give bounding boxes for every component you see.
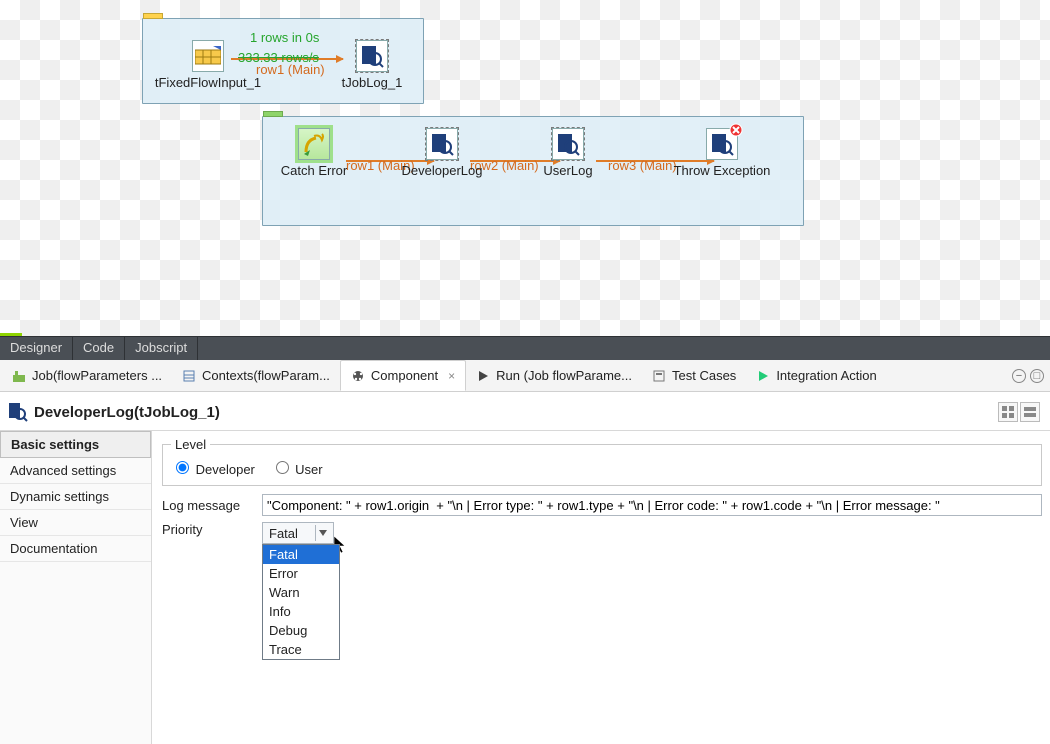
component-catcherror[interactable]: Catch Error (254, 128, 374, 178)
panel-sidebar: Basic settings Advanced settings Dynamic… (0, 431, 152, 744)
close-icon[interactable]: × (448, 369, 455, 383)
editor-tabbar: Designer Code Jobscript (0, 336, 1050, 360)
component-developerlog[interactable]: DeveloperLog (382, 128, 502, 178)
layout-rows-button[interactable] (1020, 402, 1040, 422)
component-userlog[interactable]: UserLog (508, 128, 628, 178)
tab-label: Integration Action (776, 368, 876, 383)
sidebar-item-dynamic[interactable]: Dynamic settings (0, 484, 151, 510)
component-fixedflowinput[interactable]: tFixedFlowInput_1 (148, 40, 268, 90)
radio-label: User (295, 462, 322, 477)
priority-select[interactable]: Fatal (262, 522, 334, 544)
component-form: Level Developer User Log message (152, 431, 1050, 744)
tab-jobscript[interactable]: Jobscript (125, 337, 198, 360)
joblog-icon (556, 132, 580, 156)
radio-developer[interactable]: Developer (171, 462, 259, 477)
priority-option[interactable]: Info (263, 602, 339, 621)
tab-label: Run (Job flowParame... (496, 368, 632, 383)
component-label: Throw Exception (662, 163, 782, 178)
grid-icon (195, 46, 221, 66)
level-fieldset: Level Developer User (162, 437, 1042, 486)
sidebar-item-advanced[interactable]: Advanced settings (0, 458, 151, 484)
priority-option[interactable]: Warn (263, 583, 339, 602)
tab-designer[interactable]: Designer (0, 337, 73, 360)
tab-label: Contexts(flowParam... (202, 368, 330, 383)
accent-strip (0, 333, 22, 336)
catch-icon (302, 132, 326, 156)
view-tab-run[interactable]: Run (Job flowParame... (466, 360, 642, 391)
log-message-label: Log message (162, 498, 252, 513)
component-label: DeveloperLog (382, 163, 502, 178)
component-label: tJobLog_1 (312, 75, 432, 90)
component-throwexception[interactable]: Throw Exception (662, 128, 782, 178)
component-label: Catch Error (254, 163, 374, 178)
chevron-down-icon (315, 525, 329, 541)
panel-title: DeveloperLog(tJobLog_1) (8, 402, 220, 422)
priority-label: Priority (162, 522, 252, 537)
view-tab-testcases[interactable]: Test Cases (642, 360, 746, 391)
view-tab-job[interactable]: Job(flowParameters ... (2, 360, 172, 391)
joblog-icon (8, 402, 28, 422)
error-badge-icon (729, 123, 743, 137)
tab-label: Job(flowParameters ... (32, 368, 162, 383)
designer-canvas[interactable]: 1 rows in 0s 333.33 rows/s row1 (Main) r… (0, 0, 1050, 336)
priority-option[interactable]: Error (263, 564, 339, 583)
testcases-icon (652, 369, 666, 383)
level-legend: Level (171, 437, 210, 452)
contexts-icon (182, 369, 196, 383)
layout-grid-button[interactable] (998, 402, 1018, 422)
joblog-icon (430, 132, 454, 156)
priority-option[interactable]: Fatal (263, 545, 339, 564)
tab-code[interactable]: Code (73, 337, 125, 360)
log-message-input[interactable] (262, 494, 1042, 516)
radio-developer-input[interactable] (176, 461, 189, 474)
view-tabbar: Job(flowParameters ... Contexts(flowPara… (0, 360, 1050, 392)
priority-option[interactable]: Trace (263, 640, 339, 659)
priority-option[interactable]: Debug (263, 621, 339, 640)
component-panel: DeveloperLog(tJobLog_1) Basic settings A… (0, 392, 1050, 744)
job-icon (12, 369, 26, 383)
tab-label: Component (371, 368, 438, 383)
integration-icon (756, 369, 770, 383)
minimize-button[interactable]: − (1012, 369, 1026, 383)
radio-user[interactable]: User (271, 462, 323, 477)
joblog-icon (360, 44, 384, 68)
panel-title-text: DeveloperLog(tJobLog_1) (34, 404, 220, 421)
radio-label: Developer (196, 462, 255, 477)
component-tjoblog[interactable]: tJobLog_1 (312, 40, 432, 90)
priority-selected: Fatal (269, 526, 298, 541)
view-tab-component[interactable]: Component × (340, 360, 466, 391)
component-label: tFixedFlowInput_1 (148, 75, 268, 90)
subjob-handle[interactable] (143, 13, 163, 19)
component-icon (351, 369, 365, 383)
tab-label: Test Cases (672, 368, 736, 383)
radio-user-input[interactable] (276, 461, 289, 474)
maximize-button[interactable]: □ (1030, 369, 1044, 383)
sidebar-item-basic[interactable]: Basic settings (0, 431, 151, 458)
sidebar-item-docs[interactable]: Documentation (0, 536, 151, 562)
sidebar-item-view[interactable]: View (0, 510, 151, 536)
view-tab-contexts[interactable]: Contexts(flowParam... (172, 360, 340, 391)
play-icon (476, 369, 490, 383)
subjob-handle[interactable] (263, 111, 283, 117)
priority-dropdown: Fatal Error Warn Info Debug Trace (262, 544, 340, 660)
component-label: UserLog (508, 163, 628, 178)
view-tab-integration[interactable]: Integration Action (746, 360, 886, 391)
